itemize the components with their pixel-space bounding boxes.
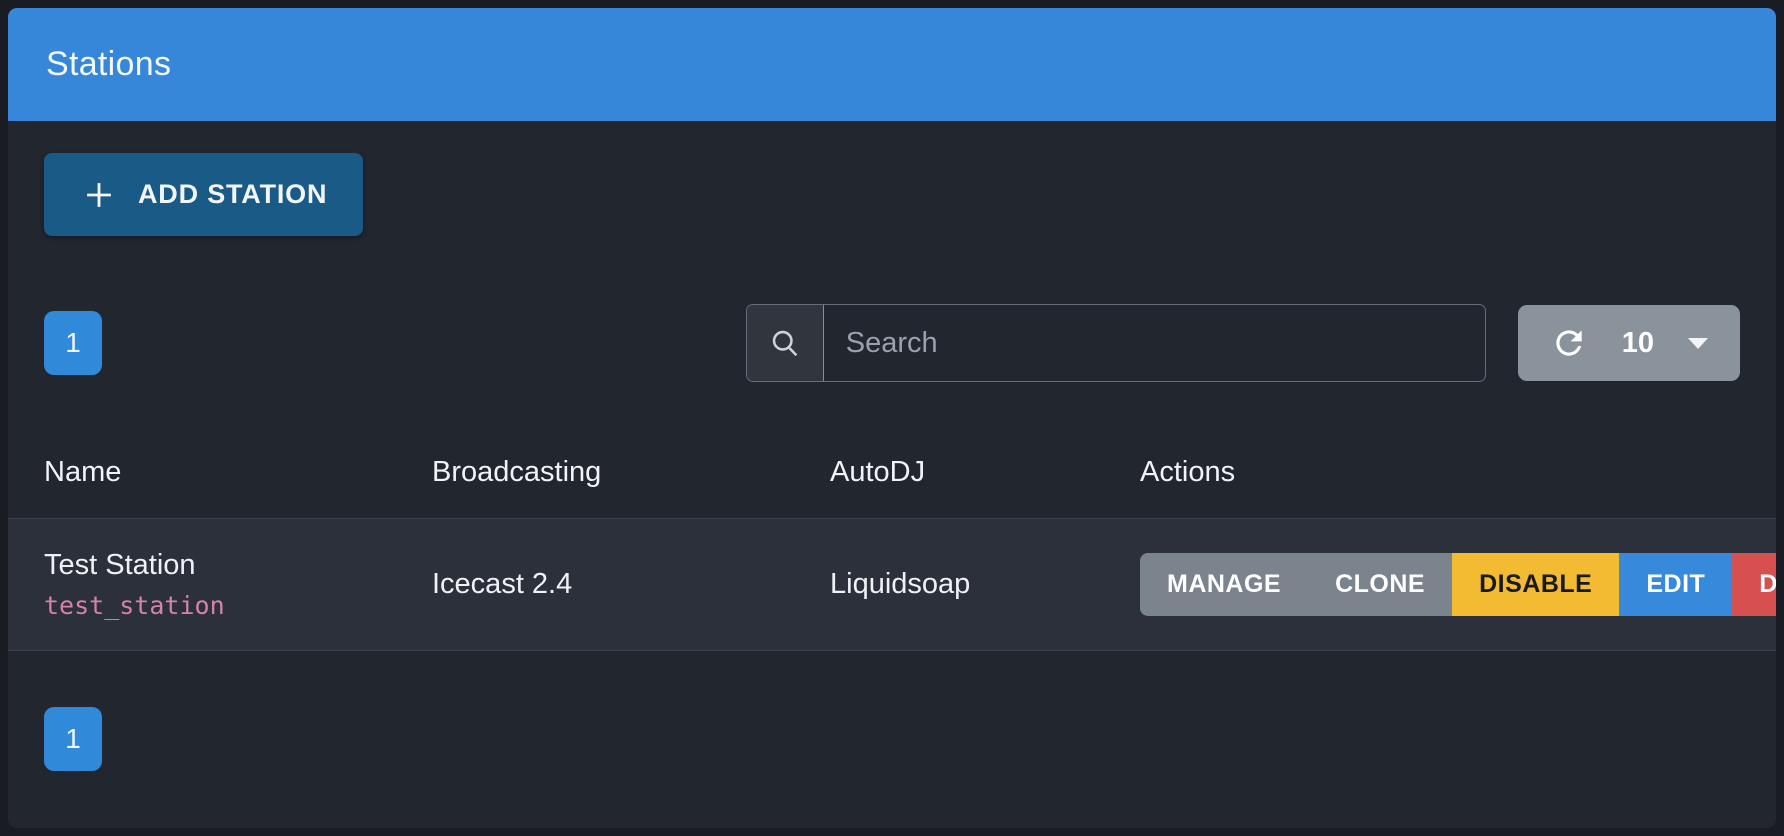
pagination-bottom-page-1[interactable]: 1 <box>44 707 102 771</box>
add-station-label: ADD STATION <box>138 179 327 210</box>
station-broadcasting-cell: Icecast 2.4 <box>432 568 830 601</box>
column-header-broadcasting: Broadcasting <box>432 456 830 489</box>
pagination-top-page-1[interactable]: 1 <box>44 311 102 375</box>
column-header-autodj: AutoDJ <box>830 456 1140 489</box>
column-header-actions: Actions <box>1140 456 1740 489</box>
station-autodj-cell: Liquidsoap <box>830 568 1140 601</box>
caret-down-icon <box>1688 338 1708 349</box>
search-icon-container <box>747 305 824 381</box>
table-row: Test Station test_station Icecast 2.4 Li… <box>8 518 1776 651</box>
station-name: Test Station <box>44 549 432 582</box>
delete-button[interactable]: DELETE <box>1732 553 1776 616</box>
edit-button[interactable]: EDIT <box>1619 553 1732 616</box>
search-group <box>746 304 1486 382</box>
stations-table: Name Broadcasting AutoDJ Actions Test St… <box>8 426 1776 651</box>
table-header-row: Name Broadcasting AutoDJ Actions <box>8 426 1776 518</box>
manage-button[interactable]: MANAGE <box>1140 553 1308 616</box>
per-page-dropdown[interactable]: 10 <box>1518 305 1740 381</box>
clone-button[interactable]: CLONE <box>1308 553 1452 616</box>
stations-card: Stations ADD STATION 1 <box>8 8 1776 828</box>
per-page-value: 10 <box>1622 327 1654 360</box>
add-station-button[interactable]: ADD STATION <box>44 153 363 236</box>
column-header-name: Name <box>44 456 432 489</box>
station-actions-cell: MANAGE CLONE DISABLE EDIT DELETE <box>1140 553 1776 616</box>
page-title: Stations <box>46 45 171 84</box>
search-input[interactable] <box>824 305 1485 381</box>
card-footer: 1 <box>8 651 1776 801</box>
station-short-name: test_station <box>44 591 432 620</box>
station-actions-group: MANAGE CLONE DISABLE EDIT DELETE <box>1140 553 1776 616</box>
card-header: Stations <box>8 8 1776 121</box>
station-name-cell: Test Station test_station <box>44 549 432 620</box>
refresh-icon <box>1550 324 1588 362</box>
disable-button[interactable]: DISABLE <box>1452 553 1619 616</box>
refresh-button[interactable] <box>1550 324 1588 362</box>
plus-icon <box>80 176 118 214</box>
search-icon <box>767 325 803 361</box>
